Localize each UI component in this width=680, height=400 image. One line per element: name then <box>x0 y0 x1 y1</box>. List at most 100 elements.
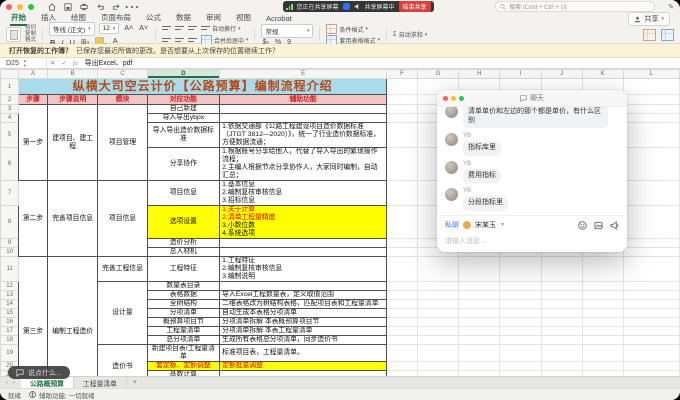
cell-D18[interactable]: 总分项清单 <box>147 336 220 345</box>
cell-K21[interactable] <box>582 371 623 377</box>
row-header-4[interactable]: 4 <box>1 114 19 123</box>
add-sheet-button[interactable]: + <box>127 377 143 388</box>
col-header-E[interactable]: E <box>220 70 387 79</box>
cell-J21[interactable] <box>541 371 582 377</box>
col-header-B[interactable]: B <box>47 70 98 79</box>
emoji-icon[interactable] <box>578 221 587 230</box>
cell-L10[interactable] <box>623 248 679 257</box>
select-all-corner[interactable] <box>1 70 19 79</box>
autosum-button[interactable]: Σ 自动求和▾ <box>393 30 427 39</box>
cell-E3[interactable] <box>220 105 387 114</box>
cell-F16[interactable] <box>386 318 417 327</box>
cell-I16[interactable] <box>500 318 541 327</box>
cell-A11[interactable]: 第三步 <box>19 257 48 377</box>
cell-G16[interactable] <box>417 318 458 327</box>
cell-D3[interactable]: 自己新建 <box>147 105 220 114</box>
zoom-window-button[interactable] <box>28 4 34 10</box>
cell-L20[interactable] <box>623 362 679 371</box>
announce-icon[interactable] <box>610 221 619 230</box>
confirm-entry-icon[interactable]: ✓ <box>58 59 69 67</box>
stop-sharing-button[interactable]: 结束共享 <box>399 1 431 12</box>
cell-H13[interactable] <box>459 291 500 300</box>
cell-F6[interactable] <box>386 148 417 181</box>
col-header-G[interactable]: G <box>417 70 458 79</box>
conditional-formatting-button[interactable]: 条件格式▾ <box>326 24 380 34</box>
row-header-9[interactable]: 9 <box>1 239 19 248</box>
align-bottom-icon[interactable] <box>188 25 197 32</box>
chat-minimize-button[interactable] <box>451 96 456 101</box>
cell-A2[interactable]: 步骤 <box>19 95 48 105</box>
cell-H20[interactable] <box>459 362 500 371</box>
cell-F18[interactable] <box>386 336 417 345</box>
align-left-icon[interactable] <box>162 37 171 44</box>
row-header-8[interactable]: 8 <box>1 206 19 239</box>
cell-E2[interactable]: 辅助功能 <box>220 95 387 105</box>
cell-E15[interactable]: 自动生成本表格分项清单 <box>220 309 387 318</box>
cell-L6[interactable] <box>623 148 679 181</box>
cell-C7[interactable]: 项目信息 <box>98 181 147 257</box>
col-header-I[interactable]: I <box>500 70 541 79</box>
cell-G19[interactable] <box>417 345 458 362</box>
cell-I21[interactable] <box>500 371 541 377</box>
avatar[interactable] <box>445 188 458 201</box>
cell-E20[interactable]: 定额批量调整 <box>220 362 387 371</box>
cell-L11[interactable] <box>623 257 679 282</box>
font-size-select[interactable]: 12▾ <box>99 23 120 34</box>
row-header-6[interactable]: 6 <box>1 148 19 181</box>
col-header-C[interactable]: C <box>98 70 147 79</box>
cell-D15[interactable]: 分项清单 <box>147 309 220 318</box>
cell-K14[interactable] <box>582 300 623 309</box>
cell-E13[interactable]: 导入Excel工程数量表，定义取值范围 <box>220 291 387 300</box>
row-header-2[interactable]: 2 <box>1 95 19 105</box>
align-right-icon[interactable] <box>188 37 197 44</box>
cell-E14[interactable]: 二维表格改为树结构表格，匹配项目表和工程量清单 <box>220 300 387 309</box>
cell-L9[interactable] <box>623 239 679 248</box>
cell-I12[interactable] <box>500 282 541 291</box>
align-top-icon[interactable] <box>162 25 171 32</box>
cell-J11[interactable] <box>541 257 582 282</box>
cell-H18[interactable] <box>459 336 500 345</box>
cell-F3[interactable] <box>386 105 417 114</box>
cell-J17[interactable] <box>541 327 582 336</box>
cell-B11[interactable]: 编制工程造价 <box>47 257 98 377</box>
row-header-10[interactable]: 10 <box>1 248 19 257</box>
cell-J16[interactable] <box>541 318 582 327</box>
col-header-A[interactable]: A <box>19 70 48 79</box>
row-header-15[interactable]: 15 <box>1 309 19 318</box>
cell-E16[interactable]: 分项清单拆解 本表概预算项目节 <box>220 318 387 327</box>
cell-J14[interactable] <box>541 300 582 309</box>
cell-J15[interactable] <box>541 309 582 318</box>
cell-I14[interactable] <box>500 300 541 309</box>
cell-C3[interactable]: 项目管理 <box>98 105 147 181</box>
align-middle-icon[interactable] <box>175 25 184 32</box>
cell-C2[interactable]: 模块 <box>98 95 147 105</box>
chat-header[interactable]: 聊天 <box>437 90 627 107</box>
formula-input[interactable]: 导出Excel、pdf <box>81 58 133 68</box>
cell-E6[interactable]: 1.根据账号分享给他人，代替了导入导出的繁琐操作流程； 2.主编人根据节点分享协… <box>220 148 387 181</box>
cancel-entry-icon[interactable]: ✕ <box>47 59 58 67</box>
menu-tab-1[interactable]: 开始 <box>10 10 27 26</box>
cell-I13[interactable] <box>500 291 541 300</box>
cell-L13[interactable] <box>623 291 679 300</box>
cell-K16[interactable] <box>582 318 623 327</box>
insert-function-icon[interactable]: fx <box>70 60 81 67</box>
cell-D17[interactable]: 工程量清单 <box>147 327 220 336</box>
row-header-3[interactable]: 3 <box>1 105 19 114</box>
cell-H11[interactable] <box>459 257 500 282</box>
cell-D12[interactable]: 数量表目录 <box>147 282 220 291</box>
cell-D11[interactable]: 工程特征 <box>147 257 220 282</box>
avatar[interactable] <box>445 107 458 118</box>
chevron-down-icon[interactable]: ▼ <box>500 222 505 228</box>
cell-E11[interactable]: 1.工程特征 2.编制复核审核信息 3.编制说明 <box>220 257 387 282</box>
cell-F12[interactable] <box>386 282 417 291</box>
row-header-18[interactable]: 18 <box>1 336 19 345</box>
cell-E18[interactable]: 生成所有表格总分项清单，同步造价书 <box>220 336 387 345</box>
cell-K15[interactable] <box>582 309 623 318</box>
cell-J19[interactable] <box>541 345 582 362</box>
sheet-tab-2[interactable]: 工程量清单 <box>74 377 127 388</box>
cell-E4[interactable] <box>220 114 387 123</box>
row-header-7[interactable]: 7 <box>1 181 19 206</box>
cell-C12[interactable]: 设计量 <box>98 282 147 345</box>
name-box[interactable]: D25▲▼ <box>0 58 47 68</box>
cell-I20[interactable] <box>500 362 541 371</box>
